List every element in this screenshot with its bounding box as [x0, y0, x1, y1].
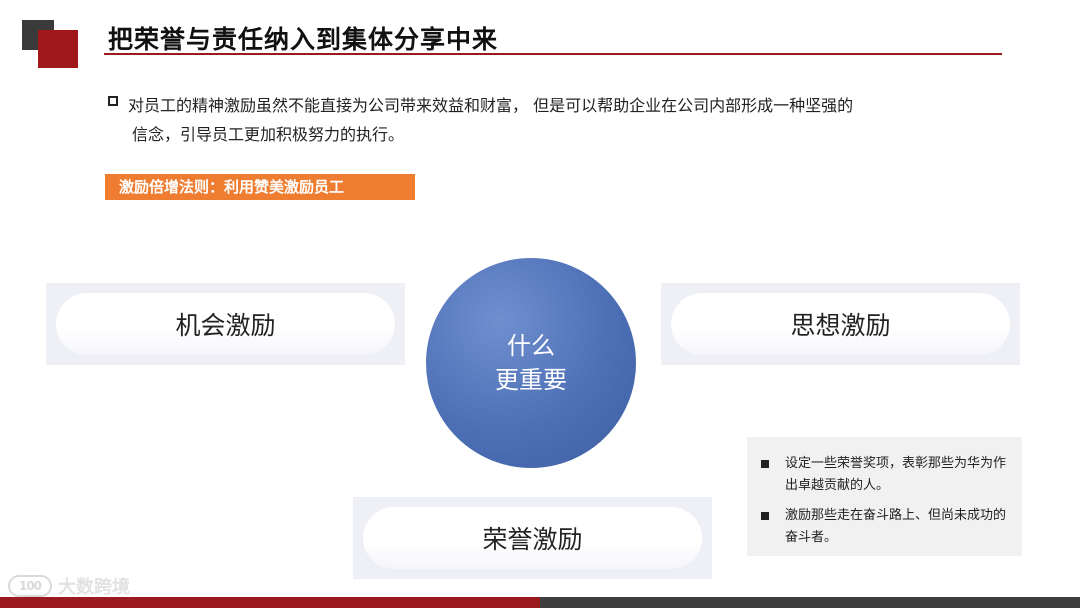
card-honor-incentive: 荣誉激励 — [353, 497, 712, 579]
intro-bullet: 对员工的精神激励虽然不能直接为公司带来效益和财富， 但是可以帮助企业在公司内部形… — [108, 91, 1008, 149]
note-item: 设定一些荣誉奖项，表彰那些为华为作出卓越贡献的人。 — [759, 453, 1010, 497]
note-item: 激励那些走在奋斗路上、但尚未成功的奋斗者。 — [759, 505, 1010, 549]
intro-line-1: 对员工的精神激励虽然不能直接为公司带来效益和财富， 但是可以帮助企业在公司内部形… — [128, 96, 854, 115]
square-bullet-icon — [761, 460, 769, 468]
center-text-line-2: 更重要 — [495, 366, 567, 394]
card-label: 机会激励 — [56, 293, 395, 355]
footer-bar-dark — [540, 597, 1080, 608]
card-label: 思想激励 — [671, 293, 1010, 355]
center-circle: 什么 更重要 — [426, 258, 636, 468]
notes-box: 设定一些荣誉奖项，表彰那些为华为作出卓越贡献的人。 激励那些走在奋斗路上、但尚未… — [747, 437, 1022, 556]
logo-red-square — [38, 30, 78, 68]
card-opportunity-incentive: 机会激励 — [46, 283, 405, 365]
card-thought-incentive: 思想激励 — [661, 283, 1020, 365]
note-text: 激励那些走在奋斗路上、但尚未成功的奋斗者。 — [785, 508, 1007, 545]
watermark-text: 大数跨境 — [58, 577, 130, 598]
card-label: 荣誉激励 — [363, 507, 702, 569]
hollow-square-bullet-icon — [108, 96, 118, 106]
note-text: 设定一些荣誉奖项，表彰那些为华为作出卓越贡献的人。 — [785, 456, 1007, 493]
watermark: 100 大数跨境 — [8, 572, 130, 600]
intro-line-2: 信念，引导员工更加积极努力的执行。 — [132, 125, 405, 144]
watermark-logo-icon: 100 — [8, 575, 52, 597]
title-underline — [104, 53, 1002, 55]
intro-paragraph: 对员工的精神激励虽然不能直接为公司带来效益和财富， 但是可以帮助企业在公司内部形… — [128, 91, 1008, 149]
square-bullet-icon — [761, 512, 769, 520]
section-tag: 激励倍增法则：利用赞美激励员工 — [105, 174, 415, 200]
center-text-line-1: 什么 — [507, 332, 555, 360]
slide-title: 把荣誉与责任纳入到集体分享中来 — [108, 25, 499, 54]
